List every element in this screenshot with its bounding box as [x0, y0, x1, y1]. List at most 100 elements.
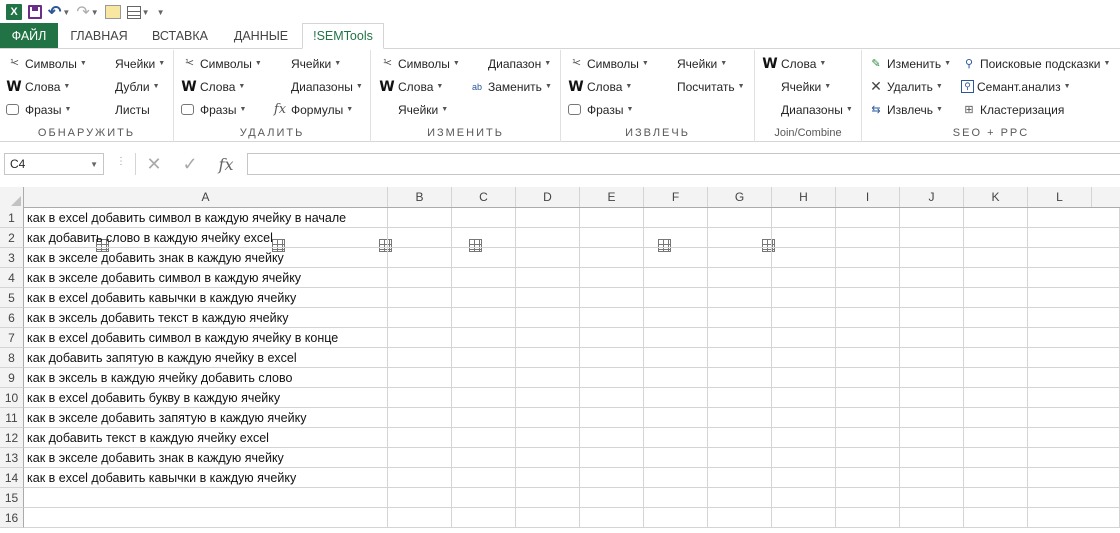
- column-header-h[interactable]: H: [772, 187, 836, 207]
- extract-symbols-button[interactable]: ¹< Символы ▼: [568, 52, 648, 75]
- cell[interactable]: [388, 428, 452, 448]
- modify-range-button[interactable]: Диапазон ▼: [469, 52, 552, 252]
- cell[interactable]: [772, 288, 836, 308]
- cell[interactable]: [644, 308, 708, 328]
- cell[interactable]: [388, 208, 452, 228]
- cell[interactable]: [388, 348, 452, 368]
- cell[interactable]: [836, 508, 900, 528]
- row-header[interactable]: 4: [0, 268, 24, 288]
- cell[interactable]: [452, 488, 516, 508]
- cell[interactable]: [964, 348, 1028, 368]
- cell[interactable]: [964, 208, 1028, 228]
- cell[interactable]: [772, 308, 836, 328]
- cell[interactable]: [708, 448, 772, 468]
- detect-phrases-button[interactable]: Фразы ▼: [6, 98, 87, 121]
- extract-phrases-button[interactable]: Фразы ▼: [568, 98, 649, 121]
- modify-symbols-button[interactable]: ¹< Символы ▼: [379, 52, 459, 75]
- cell-a[interactable]: как в экселе добавить знак в каждую ячей…: [24, 248, 388, 268]
- cell[interactable]: [516, 488, 580, 508]
- cell[interactable]: [580, 208, 644, 228]
- cell[interactable]: [772, 248, 836, 268]
- cell[interactable]: [900, 408, 964, 428]
- search-suggestions-button[interactable]: ⚲ Поисковые подсказки ▼: [961, 52, 1110, 75]
- cell[interactable]: [964, 328, 1028, 348]
- join-ranges-button[interactable]: Диапазоны ▼: [762, 98, 853, 252]
- cell[interactable]: [708, 208, 772, 228]
- cell[interactable]: [452, 228, 516, 248]
- row-header[interactable]: 10: [0, 388, 24, 408]
- clustering-button[interactable]: ⊞ Кластеризация: [961, 98, 1110, 121]
- cell[interactable]: [836, 328, 900, 348]
- cell[interactable]: [644, 508, 708, 528]
- cell[interactable]: [644, 268, 708, 288]
- cell[interactable]: [836, 368, 900, 388]
- cell[interactable]: [836, 228, 900, 248]
- cell[interactable]: [452, 288, 516, 308]
- column-header-b[interactable]: B: [388, 187, 452, 207]
- delete-words-button[interactable]: W Слова ▼: [181, 75, 262, 98]
- cell[interactable]: [836, 428, 900, 448]
- cell[interactable]: [772, 208, 836, 228]
- cell[interactable]: [388, 248, 452, 268]
- row-header[interactable]: 12: [0, 428, 24, 448]
- cell[interactable]: [900, 388, 964, 408]
- cell[interactable]: [708, 248, 772, 268]
- cell[interactable]: [772, 268, 836, 288]
- seo-modify-button[interactable]: ✎ Изменить ▼: [868, 52, 951, 75]
- cell[interactable]: [964, 368, 1028, 388]
- cell[interactable]: [900, 348, 964, 368]
- cell[interactable]: [452, 308, 516, 328]
- form-icon[interactable]: [104, 2, 121, 22]
- row-header[interactable]: 6: [0, 308, 24, 328]
- cell[interactable]: [516, 208, 580, 228]
- cell[interactable]: [964, 408, 1028, 428]
- cell[interactable]: [516, 408, 580, 428]
- column-header-e[interactable]: E: [580, 187, 644, 207]
- cell[interactable]: [1028, 388, 1120, 408]
- cell[interactable]: [644, 208, 708, 228]
- cell[interactable]: [452, 348, 516, 368]
- cell[interactable]: [772, 508, 836, 528]
- tab-insert[interactable]: ВСТАВКА: [140, 23, 220, 48]
- cell[interactable]: [516, 348, 580, 368]
- cell-a[interactable]: как в excel добавить кавычки в каждую яч…: [24, 288, 388, 308]
- cell[interactable]: [452, 508, 516, 528]
- cell[interactable]: [708, 228, 772, 248]
- cell[interactable]: [388, 368, 452, 388]
- cell[interactable]: [452, 368, 516, 388]
- cell[interactable]: [900, 448, 964, 468]
- cell[interactable]: [452, 468, 516, 488]
- cell[interactable]: [388, 508, 452, 528]
- cell[interactable]: [644, 368, 708, 388]
- cell[interactable]: [452, 448, 516, 468]
- delete-formulas-button[interactable]: fx Формулы ▼: [272, 98, 363, 121]
- cell[interactable]: [836, 448, 900, 468]
- cell[interactable]: [772, 348, 836, 368]
- cell[interactable]: [580, 388, 644, 408]
- row-header[interactable]: 9: [0, 368, 24, 388]
- cancel-icon[interactable]: ✕: [136, 154, 172, 175]
- cell[interactable]: [900, 228, 964, 248]
- column-header-i[interactable]: I: [836, 187, 900, 207]
- cell-a[interactable]: как добавить слово в каждую ячейку excel: [24, 228, 388, 248]
- cell[interactable]: [836, 268, 900, 288]
- cell[interactable]: [900, 428, 964, 448]
- cell[interactable]: [836, 388, 900, 408]
- cell[interactable]: [516, 308, 580, 328]
- cell[interactable]: [772, 328, 836, 348]
- column-header-l[interactable]: L: [1028, 187, 1092, 207]
- modify-cells-button[interactable]: Ячейки ▼: [379, 98, 460, 252]
- cell[interactable]: [1028, 408, 1120, 428]
- tab-file[interactable]: ФАЙЛ: [0, 23, 58, 48]
- column-header-k[interactable]: K: [964, 187, 1028, 207]
- cell[interactable]: [836, 488, 900, 508]
- cell[interactable]: [644, 408, 708, 428]
- delete-ranges-button[interactable]: Диапазоны ▼: [272, 75, 363, 252]
- row-header[interactable]: 14: [0, 468, 24, 488]
- cell[interactable]: [964, 388, 1028, 408]
- customize-qat-icon[interactable]: ▼: [156, 2, 165, 22]
- row-header[interactable]: 8: [0, 348, 24, 368]
- join-cells-button[interactable]: Ячейки ▼: [762, 75, 853, 252]
- cell-a[interactable]: как в excel добавить кавычки в каждую яч…: [24, 468, 388, 488]
- splitter-handle[interactable]: ⋮: [116, 156, 126, 167]
